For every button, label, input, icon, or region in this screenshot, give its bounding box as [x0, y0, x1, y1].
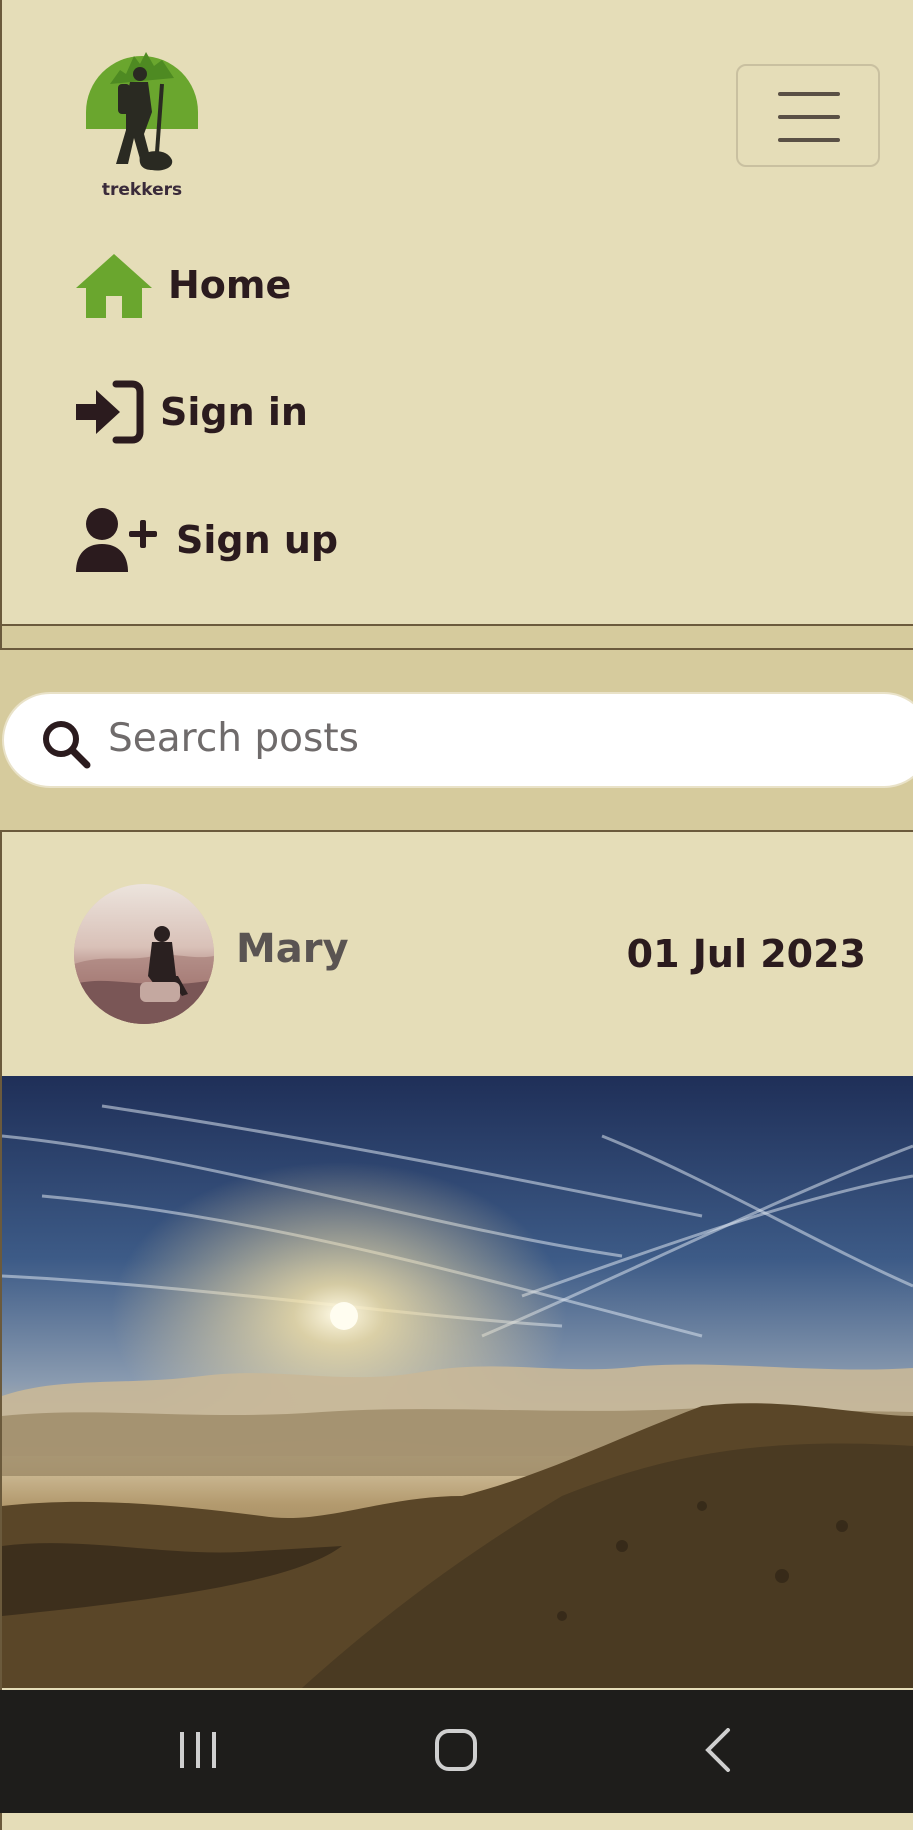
- navbar: trekkers Home Sign in Sign up: [0, 0, 913, 626]
- nav-label-sign-in: Sign in: [160, 390, 308, 434]
- search-icon: [43, 721, 91, 769]
- navbar-divider: [0, 626, 913, 650]
- avatar[interactable]: [74, 884, 214, 1024]
- brand-name: trekkers: [101, 180, 183, 200]
- avatar-image: [74, 884, 214, 1024]
- search-bar[interactable]: Search posts: [2, 692, 913, 788]
- home-icon: [76, 254, 152, 318]
- hamburger-line-icon: [778, 115, 840, 119]
- nav-item-home[interactable]: Home: [74, 250, 291, 320]
- sign-in-icon: [76, 380, 144, 444]
- menu-toggle-button[interactable]: [736, 64, 880, 167]
- search-input[interactable]: Search posts: [108, 716, 359, 761]
- post-date: 01 Jul 2023: [626, 932, 866, 976]
- hamburger-line-icon: [778, 92, 840, 96]
- nav-label-sign-up: Sign up: [176, 518, 339, 562]
- user-plus-icon: [76, 508, 157, 572]
- post-image[interactable]: [2, 1076, 913, 1688]
- nav-item-sign-up[interactable]: Sign up: [74, 506, 338, 574]
- post-author[interactable]: Mary: [236, 926, 349, 972]
- hiker-logo-icon: [86, 52, 198, 171]
- back-icon[interactable]: [700, 1728, 744, 1772]
- brand-logo[interactable]: trekkers: [82, 44, 202, 204]
- nav-label-home: Home: [168, 263, 292, 307]
- hamburger-line-icon: [778, 138, 840, 142]
- system-navigation-bar: [0, 1690, 913, 1813]
- mountain-sunrise-image: [2, 1076, 913, 1688]
- nav-item-sign-in[interactable]: Sign in: [74, 380, 308, 444]
- home-circle-icon[interactable]: [434, 1728, 478, 1772]
- recent-apps-icon[interactable]: [176, 1728, 220, 1772]
